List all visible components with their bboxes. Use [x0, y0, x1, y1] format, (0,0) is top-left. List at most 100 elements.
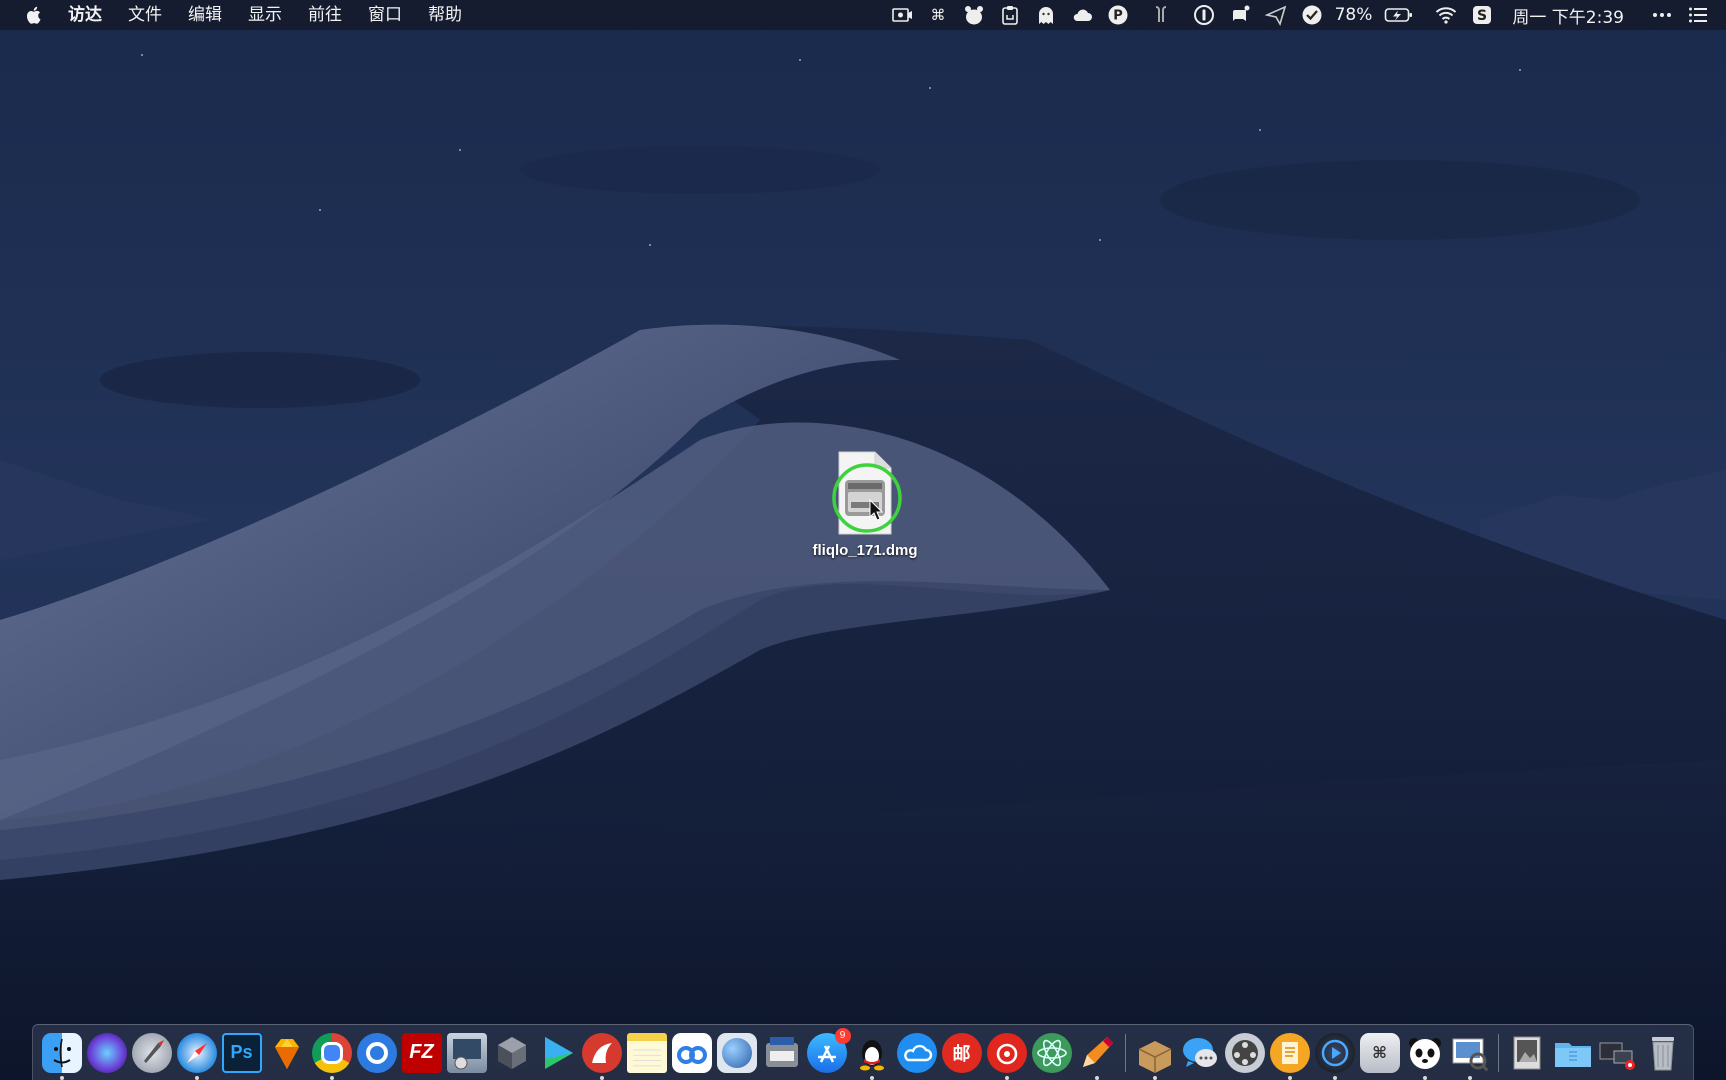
dock-app-filezilla[interactable]: FZ: [401, 1032, 442, 1073]
dock-app-virtualbox[interactable]: [492, 1033, 532, 1073]
dock-app-safari[interactable]: [176, 1032, 217, 1080]
dock-app-installer[interactable]: [1135, 1033, 1175, 1080]
dock-app-infuse[interactable]: [537, 1033, 577, 1073]
dock-app-scanner[interactable]: [762, 1033, 802, 1073]
dock-trash[interactable]: [1643, 1033, 1683, 1073]
keyboard-icon: ⌘: [1359, 1032, 1400, 1073]
dock-app-quicktime[interactable]: [1314, 1032, 1355, 1080]
running-indicator: [1422, 1075, 1427, 1080]
file-name-label: fliqlo_171.dmg: [812, 542, 918, 559]
list-icon[interactable]: [1687, 4, 1709, 26]
wifi-icon[interactable]: [1435, 4, 1457, 26]
running-indicator: [1467, 1075, 1472, 1080]
dock-app-netease-music[interactable]: [986, 1032, 1027, 1080]
dock-app-siri[interactable]: [86, 1032, 127, 1073]
scanner-icon: [762, 1033, 802, 1073]
menu-app-name[interactable]: 访达: [68, 0, 102, 30]
pencil-icon: [1077, 1033, 1117, 1073]
dock-app-utility[interactable]: [446, 1032, 487, 1073]
desktop-file-item[interactable]: fliqlo_171.dmg: [790, 450, 940, 570]
messages-icon: [1180, 1033, 1220, 1073]
dock-stack-photos[interactable]: [1508, 1033, 1548, 1073]
dock-app-mail-red[interactable]: 邮: [941, 1032, 982, 1073]
dock-app-app-store[interactable]: 9: [806, 1027, 851, 1073]
netdisk-icon: [671, 1032, 712, 1073]
photo-stack-icon: [1508, 1033, 1548, 1073]
red-app-icon: [581, 1032, 622, 1073]
check-app-icon[interactable]: [1301, 4, 1323, 26]
menu-go[interactable]: 前往: [308, 0, 342, 30]
preview-icon: [1450, 1033, 1490, 1073]
play-icon: [537, 1033, 577, 1073]
bear-icon[interactable]: [963, 4, 985, 26]
dock-app-browser[interactable]: [356, 1032, 397, 1073]
dmg-file-icon[interactable]: [825, 450, 905, 538]
dock-app-qq[interactable]: [852, 1033, 892, 1080]
browser-icon: [356, 1032, 397, 1073]
running-indicator: [329, 1075, 334, 1080]
dock-app-pencil[interactable]: [1077, 1033, 1117, 1080]
cloud-app-icon: [896, 1032, 937, 1073]
menubar-clock[interactable]: 周一 下午2:39: [1512, 3, 1624, 28]
running-indicator: [194, 1075, 199, 1080]
dock-stack-downloads[interactable]: [1553, 1033, 1593, 1073]
dock-app-finder[interactable]: [41, 1032, 82, 1080]
safari-icon: [176, 1032, 217, 1073]
dock-app-cloud[interactable]: [896, 1032, 937, 1073]
dock-separator: [1498, 1033, 1499, 1072]
atom-icon: [1031, 1032, 1072, 1073]
siri-icon: [86, 1032, 127, 1073]
menu-edit[interactable]: 编辑: [188, 0, 222, 30]
p-app-icon[interactable]: P: [1107, 4, 1129, 26]
screen-record-icon[interactable]: [891, 4, 913, 26]
send-icon[interactable]: [1264, 4, 1287, 26]
more-icon[interactable]: [1651, 4, 1673, 26]
qq-icon: [852, 1033, 892, 1073]
dock-app-panda[interactable]: [1405, 1033, 1445, 1080]
menu-help[interactable]: 帮助: [428, 0, 462, 30]
dock-app-atom[interactable]: [1031, 1032, 1072, 1073]
running-indicator: [869, 1075, 874, 1080]
folder-icon: [1553, 1033, 1593, 1073]
cloud-icon[interactable]: [1071, 4, 1093, 26]
dock-app-notes[interactable]: [626, 1032, 667, 1073]
svg-text:S: S: [1477, 8, 1487, 24]
screenshot-stack-icon: [1598, 1033, 1638, 1073]
dock-stack-screenshots[interactable]: [1598, 1033, 1638, 1073]
dock-app-chrome[interactable]: [311, 1032, 352, 1080]
notes-icon: [626, 1032, 667, 1073]
dock-app-baidu-netdisk[interactable]: [671, 1032, 712, 1073]
netease-icon: [986, 1032, 1027, 1073]
filezilla-icon: FZ: [401, 1032, 442, 1073]
svg-text:⌘: ⌘: [930, 6, 945, 24]
dock-app-keyboard[interactable]: ⌘: [1359, 1032, 1400, 1073]
battery-icon[interactable]: [1384, 4, 1414, 26]
menu-bar: 访达 文件 编辑 显示 前往 窗口 帮助 ⌘ P 78% S 周一 下午2:39: [0, 0, 1726, 30]
running-indicator: [1332, 1075, 1337, 1080]
dock-app-photoshop[interactable]: Ps: [221, 1032, 262, 1073]
dock-app-preview[interactable]: [1450, 1033, 1490, 1080]
menu-window[interactable]: 窗口: [368, 0, 402, 30]
clipboard-icon[interactable]: [999, 4, 1021, 26]
sogou-icon[interactable]: S: [1471, 4, 1493, 26]
apple-menu-icon[interactable]: [26, 4, 46, 26]
airpods-icon[interactable]: [1150, 4, 1172, 26]
1password-icon[interactable]: [1193, 4, 1215, 26]
menu-view[interactable]: 显示: [248, 0, 282, 30]
dock-app-network[interactable]: [716, 1032, 757, 1073]
notification-icon[interactable]: [1229, 4, 1251, 26]
mail-red-icon: 邮: [941, 1032, 982, 1073]
photoshop-icon: Ps: [221, 1032, 262, 1073]
command-icon[interactable]: ⌘: [927, 4, 949, 26]
chrome-icon: [311, 1032, 352, 1073]
battery-percent: 78%: [1334, 5, 1373, 25]
trash-icon: [1643, 1033, 1683, 1073]
ghost-icon[interactable]: [1035, 4, 1057, 26]
dock-app-launchpad[interactable]: [131, 1032, 172, 1073]
menu-file[interactable]: 文件: [128, 0, 162, 30]
dock-app-red-app[interactable]: [581, 1032, 622, 1080]
dock-app-video-converter[interactable]: [1224, 1032, 1265, 1073]
dock-app-sketch[interactable]: [267, 1033, 307, 1073]
dock-app-messages[interactable]: [1180, 1033, 1220, 1073]
dock-app-pages[interactable]: [1269, 1032, 1310, 1080]
